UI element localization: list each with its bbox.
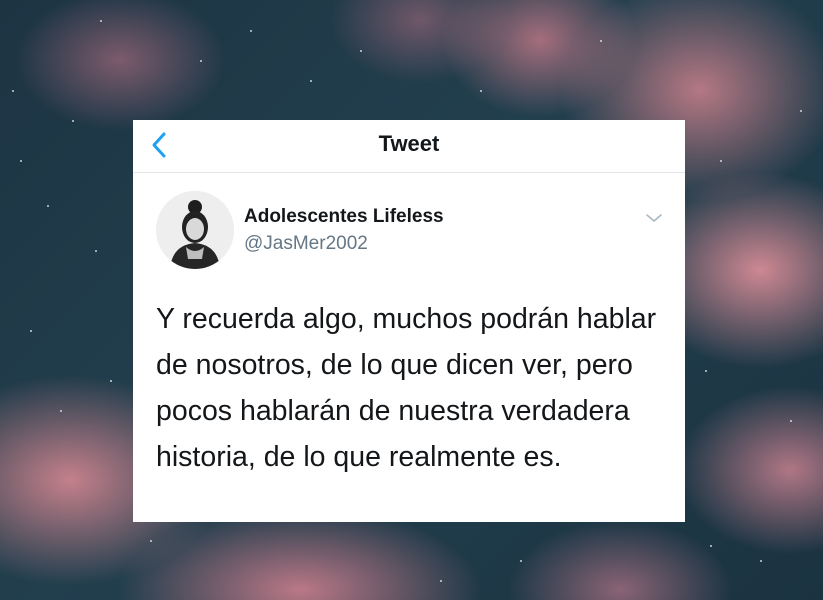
more-options-button[interactable] (643, 209, 665, 227)
star (310, 80, 312, 82)
star (47, 205, 49, 207)
star (480, 90, 482, 92)
page-title: Tweet (378, 131, 440, 156)
star (200, 60, 202, 62)
star (72, 120, 74, 122)
star (705, 370, 707, 372)
avatar-photo-icon (156, 191, 234, 269)
tweet-author-row: Adolescentes Lifeless @JasMer2002 (133, 173, 685, 273)
chevron-down-icon (646, 214, 662, 222)
star (720, 160, 722, 162)
avatar[interactable] (156, 191, 234, 269)
star (600, 40, 602, 42)
display-name[interactable]: Adolescentes Lifeless (244, 205, 444, 229)
user-handle[interactable]: @JasMer2002 (244, 232, 368, 256)
star (710, 545, 712, 547)
star (440, 580, 442, 582)
star (800, 110, 802, 112)
tweet-text: Y recuerda algo, muchos podrán hablar de… (156, 303, 657, 473)
star (790, 420, 792, 422)
tweet-header: Tweet (133, 120, 685, 173)
tweet-card: Tweet Adolescentes Lifeless @JasMer2002 … (133, 120, 685, 522)
star (100, 20, 102, 22)
star (95, 250, 97, 252)
star (150, 540, 152, 542)
star (110, 380, 112, 382)
star (20, 160, 22, 162)
star (250, 30, 252, 32)
star (760, 560, 762, 562)
star (12, 90, 14, 92)
star (360, 50, 362, 52)
star (520, 560, 522, 562)
star (60, 410, 62, 412)
star (30, 330, 32, 332)
